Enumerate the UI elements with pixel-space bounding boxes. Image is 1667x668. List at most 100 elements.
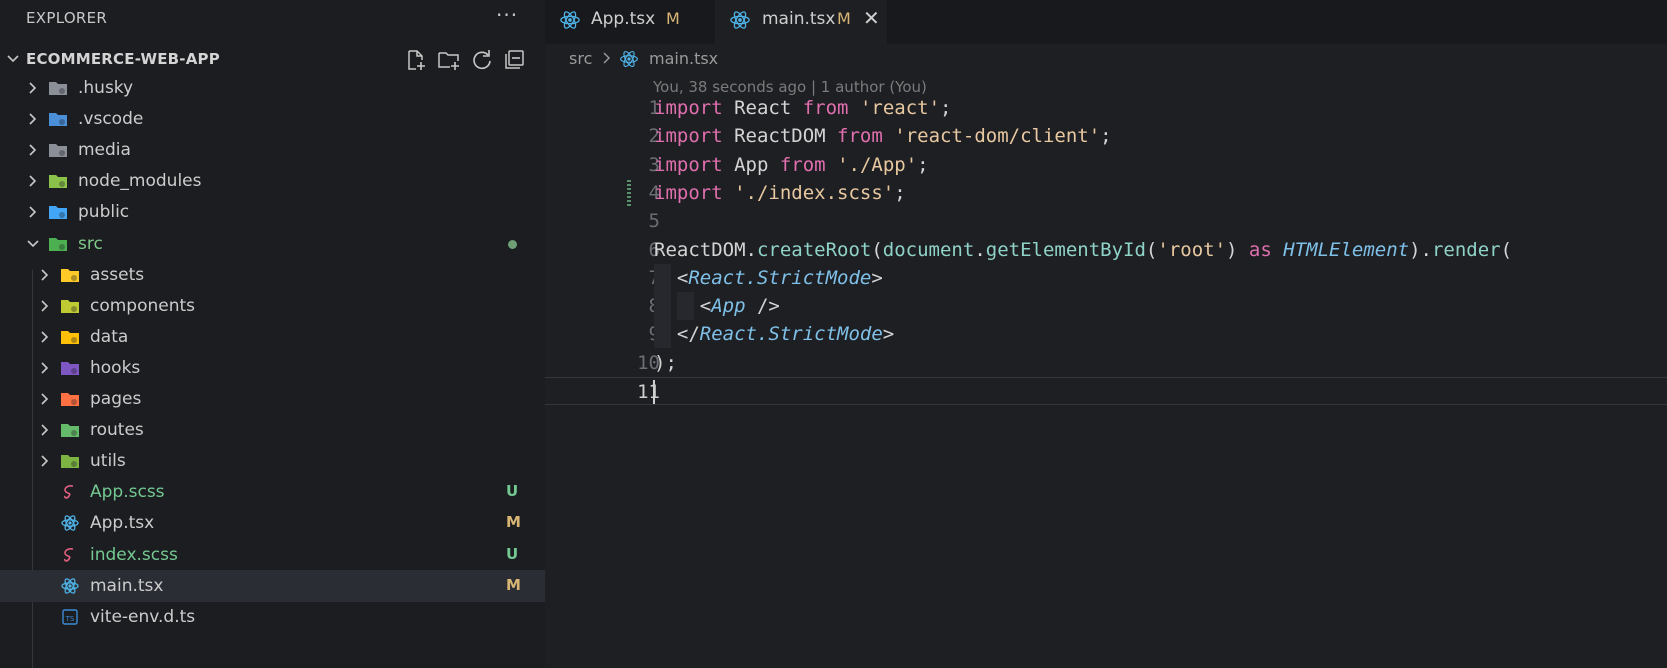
public-folder-icon [49, 206, 67, 220]
code-text: import React from 'react'; [654, 97, 951, 119]
svg-text:TS: TS [65, 615, 75, 623]
line-number: 5 [648, 210, 660, 233]
explorer-header: EXPLORER ··· [0, 0, 545, 36]
chevron-right-icon [41, 393, 49, 405]
hooks-folder-icon [61, 361, 79, 375]
react-icon [620, 51, 638, 67]
data-folder-icon [61, 330, 79, 344]
node-folder-icon [49, 175, 67, 189]
tab-main-tsx[interactable]: main.tsx M ✕ [715, 0, 887, 44]
tree-folder-husky[interactable]: .husky [0, 72, 545, 104]
tree-folder-vscode[interactable]: .vscode [0, 103, 545, 135]
code-token: render [1431, 238, 1501, 261]
tree-folder-public[interactable]: public [0, 196, 545, 228]
code-token: './index.scss' [734, 181, 895, 204]
tree-folder-utils[interactable]: utils [0, 445, 545, 477]
chevron-right-icon [29, 113, 37, 125]
code-token: 'root' [1157, 238, 1227, 261]
new-file-icon[interactable] [404, 48, 428, 72]
tree-folder-pages[interactable]: pages [0, 383, 545, 415]
utils-folder-icon [61, 455, 79, 469]
tree-file-app-scss[interactable]: App.scss U [0, 476, 545, 508]
code-token: getElementById [985, 238, 1146, 261]
tree-folder-hooks[interactable]: hooks [0, 352, 545, 384]
code-token: > [882, 323, 895, 346]
folder-icon [49, 144, 67, 158]
code-token: document [882, 238, 975, 261]
tree-item-label: .husky [78, 78, 134, 98]
tree-folder-media[interactable]: media [0, 134, 545, 166]
chevron-right-icon [41, 424, 49, 436]
tree-folder-node-modules[interactable]: node_modules [0, 165, 545, 197]
code-line[interactable]: 5 [545, 207, 1667, 235]
src-folder-icon [49, 237, 67, 251]
code-line[interactable]: 2 import ReactDOM from 'react-dom/client'… [545, 122, 1667, 150]
tree-file-app-tsx[interactable]: App.tsx M [0, 507, 545, 539]
tree-item-label: App.scss [90, 482, 165, 503]
close-icon[interactable]: ✕ [863, 6, 880, 30]
code-token: App [711, 295, 746, 318]
breadcrumb-folder[interactable]: src [569, 49, 592, 68]
code-line[interactable]: 10); [545, 349, 1667, 377]
workspace-root-row[interactable]: ECOMMERCE-WEB-APP [0, 44, 545, 74]
collapse-all-icon[interactable] [502, 48, 526, 72]
tree-item-label: index.scss [90, 544, 178, 565]
chevron-right-icon [29, 144, 37, 156]
tree-folder-assets[interactable]: assets [0, 259, 545, 291]
more-actions-icon[interactable]: ··· [496, 3, 518, 27]
tree-folder-routes[interactable]: routes [0, 414, 545, 446]
tab-label: App.tsx [591, 9, 656, 29]
tree-item-label: .vscode [78, 109, 144, 130]
tree-item-label: hooks [90, 357, 141, 378]
modified-dot-icon [508, 239, 517, 249]
code-line[interactable]: 7 <React.StrictMode> [545, 263, 1667, 292]
chevron-right-icon [41, 455, 49, 467]
react-icon [560, 11, 580, 29]
code-token: import [654, 125, 723, 148]
explorer-sidebar: EXPLORER ··· ECOMMERCE-WEB-APP .husky .v… [0, 0, 545, 668]
code-token: ). [1409, 238, 1432, 261]
tree-folder-components[interactable]: components [0, 290, 545, 322]
chevron-right-icon [41, 269, 49, 281]
refresh-icon[interactable] [470, 48, 494, 72]
pages-folder-icon [61, 393, 79, 406]
code-line[interactable]: 11 [545, 377, 1667, 405]
chevron-right-icon [29, 82, 37, 94]
tab-app-tsx[interactable]: App.tsx M [545, 0, 715, 44]
code-token: </ [654, 323, 700, 346]
workspace-root-label: ECOMMERCE-WEB-APP [26, 50, 220, 68]
code-line[interactable]: 8 <App /> [545, 292, 1667, 321]
code-line[interactable]: 6 ReactDOM.createRoot(document.getElement… [545, 236, 1667, 264]
tree-file-main-tsx[interactable]: main.tsx M [0, 569, 545, 602]
breadcrumb-file[interactable]: main.tsx [649, 49, 718, 68]
code-token: from [779, 153, 826, 176]
tree-item-label: App.tsx [90, 513, 155, 534]
code-token: App [722, 153, 780, 176]
chevron-right-icon [41, 331, 49, 343]
tree-file-index-scss[interactable]: index.scss U [0, 539, 545, 571]
tree-file-vite-env-d-ts[interactable]: TS vite-env.d.ts [0, 601, 545, 633]
new-folder-icon[interactable] [437, 48, 461, 72]
code-token: createRoot [756, 238, 872, 261]
code-editor[interactable]: You, 38 seconds ago | 1 author (You) 1 im… [545, 76, 1667, 668]
text-cursor [653, 380, 655, 404]
code-token: ( [1500, 238, 1513, 261]
code-line[interactable]: 4 import './index.scss'; [545, 179, 1667, 207]
code-text: import './index.scss'; [654, 182, 906, 204]
chevron-right-icon [41, 300, 49, 312]
tree-item-label: components [90, 295, 196, 316]
code-token: ReactDOM. [654, 238, 757, 261]
code-line[interactable]: 9 </React.StrictMode> [545, 320, 1667, 349]
typescript-icon: TS [62, 608, 78, 625]
code-token: /> [745, 295, 780, 318]
code-line[interactable]: 3 import App from './App'; [545, 151, 1667, 179]
code-token: ; [940, 97, 952, 119]
tree-folder-data[interactable]: data [0, 321, 545, 353]
tree-folder-src[interactable]: src [0, 228, 545, 260]
code-token: ) [1226, 238, 1249, 261]
code-token: as [1248, 238, 1272, 261]
code-line[interactable]: 1 import React from 'react'; [545, 94, 1667, 122]
